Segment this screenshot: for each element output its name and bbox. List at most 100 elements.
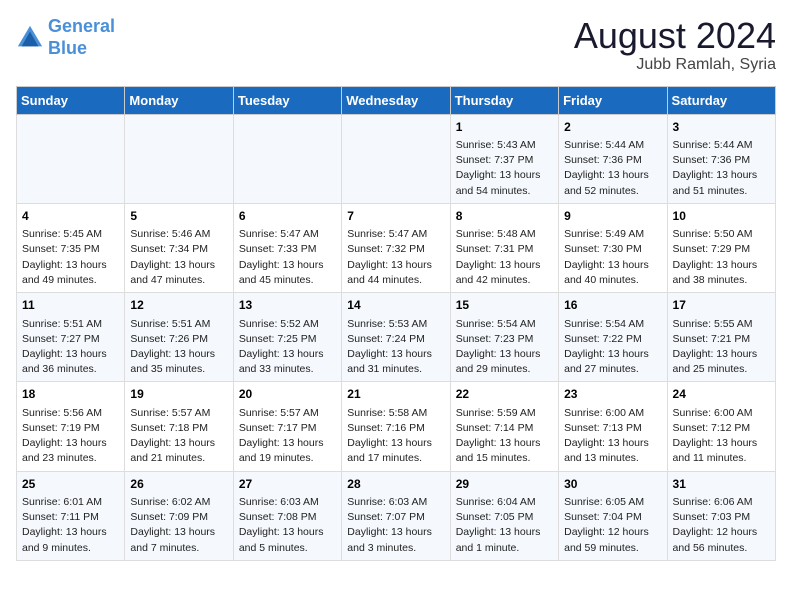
calendar-cell: 20 Sunrise: 5:57 AMSunset: 7:17 PMDayligh…	[233, 382, 341, 471]
calendar-cell: 7 Sunrise: 5:47 AMSunset: 7:32 PMDaylight…	[342, 203, 450, 292]
calendar-cell	[233, 114, 341, 203]
calendar-cell: 22Sunrise: 5:59 AMSunset: 7:14 PMDayligh…	[450, 382, 558, 471]
day-info: Sunrise: 5:47 AMSunset: 7:32 PMDaylight:…	[347, 227, 444, 288]
day-number: 5	[130, 208, 227, 225]
day-number: 25	[22, 476, 119, 493]
calendar-cell: 11 Sunrise: 5:51 AMSunset: 7:27 PMDayligh…	[17, 293, 125, 382]
day-number: 10	[673, 208, 770, 225]
day-info: Sunrise: 5:47 AMSunset: 7:33 PMDaylight:…	[239, 227, 336, 288]
calendar-cell: 18Sunrise: 5:56 AMSunset: 7:19 PMDayligh…	[17, 382, 125, 471]
calendar-week-row: 1Sunrise: 5:43 AMSunset: 7:37 PMDaylight…	[17, 114, 776, 203]
day-number: 13	[239, 297, 336, 314]
day-number: 29	[456, 476, 553, 493]
calendar-week-row: 25 Sunrise: 6:01 AMSunset: 7:11 PMDayligh…	[17, 471, 776, 560]
weekday-header-sunday: Sunday	[17, 86, 125, 114]
day-info: Sunrise: 5:45 AMSunset: 7:35 PMDaylight:…	[22, 227, 119, 288]
calendar-cell: 10 Sunrise: 5:50 AMSunset: 7:29 PMDayligh…	[667, 203, 775, 292]
day-number: 6	[239, 208, 336, 225]
weekday-header-row: SundayMondayTuesdayWednesdayThursdayFrid…	[17, 86, 776, 114]
calendar-cell: 5 Sunrise: 5:46 AMSunset: 7:34 PMDaylight…	[125, 203, 233, 292]
day-info: Sunrise: 5:44 AMSunset: 7:36 PMDaylight:…	[673, 138, 770, 199]
day-info: Sunrise: 5:51 AMSunset: 7:27 PMDaylight:…	[22, 317, 119, 378]
calendar-cell: 21Sunrise: 5:58 AMSunset: 7:16 PMDayligh…	[342, 382, 450, 471]
day-info: Sunrise: 6:02 AMSunset: 7:09 PMDaylight:…	[130, 495, 227, 556]
calendar-week-row: 11 Sunrise: 5:51 AMSunset: 7:27 PMDayligh…	[17, 293, 776, 382]
calendar-cell: 30Sunrise: 6:05 AMSunset: 7:04 PMDayligh…	[559, 471, 667, 560]
calendar-cell: 15Sunrise: 5:54 AMSunset: 7:23 PMDayligh…	[450, 293, 558, 382]
calendar-cell: 12 Sunrise: 5:51 AMSunset: 7:26 PMDayligh…	[125, 293, 233, 382]
calendar-cell	[125, 114, 233, 203]
day-info: Sunrise: 5:52 AMSunset: 7:25 PMDaylight:…	[239, 317, 336, 378]
day-number: 7	[347, 208, 444, 225]
day-info: Sunrise: 6:06 AMSunset: 7:03 PMDaylight:…	[673, 495, 770, 556]
calendar-cell: 3 Sunrise: 5:44 AMSunset: 7:36 PMDaylight…	[667, 114, 775, 203]
day-info: Sunrise: 5:58 AMSunset: 7:16 PMDaylight:…	[347, 406, 444, 467]
weekday-header-thursday: Thursday	[450, 86, 558, 114]
calendar-week-row: 18Sunrise: 5:56 AMSunset: 7:19 PMDayligh…	[17, 382, 776, 471]
weekday-header-tuesday: Tuesday	[233, 86, 341, 114]
day-info: Sunrise: 5:49 AMSunset: 7:30 PMDaylight:…	[564, 227, 661, 288]
calendar-cell: 28 Sunrise: 6:03 AMSunset: 7:07 PMDayligh…	[342, 471, 450, 560]
calendar-cell: 1Sunrise: 5:43 AMSunset: 7:37 PMDaylight…	[450, 114, 558, 203]
calendar-cell: 14 Sunrise: 5:53 AMSunset: 7:24 PMDayligh…	[342, 293, 450, 382]
page-header: General Blue August 2024 Jubb Ramlah, Sy…	[16, 16, 776, 74]
calendar-cell: 26 Sunrise: 6:02 AMSunset: 7:09 PMDayligh…	[125, 471, 233, 560]
day-number: 28	[347, 476, 444, 493]
calendar-cell: 8 Sunrise: 5:48 AMSunset: 7:31 PMDaylight…	[450, 203, 558, 292]
calendar-cell: 17 Sunrise: 5:55 AMSunset: 7:21 PMDayligh…	[667, 293, 775, 382]
calendar-table: SundayMondayTuesdayWednesdayThursdayFrid…	[16, 86, 776, 561]
calendar-cell: 23 Sunrise: 6:00 AMSunset: 7:13 PMDayligh…	[559, 382, 667, 471]
day-info: Sunrise: 5:59 AMSunset: 7:14 PMDaylight:…	[456, 406, 553, 467]
calendar-cell: 16Sunrise: 5:54 AMSunset: 7:22 PMDayligh…	[559, 293, 667, 382]
day-number: 26	[130, 476, 227, 493]
day-info: Sunrise: 5:51 AMSunset: 7:26 PMDaylight:…	[130, 317, 227, 378]
day-number: 14	[347, 297, 444, 314]
sub-title: Jubb Ramlah, Syria	[574, 56, 776, 74]
calendar-cell: 19 Sunrise: 5:57 AMSunset: 7:18 PMDayligh…	[125, 382, 233, 471]
calendar-week-row: 4 Sunrise: 5:45 AMSunset: 7:35 PMDaylight…	[17, 203, 776, 292]
day-info: Sunrise: 5:55 AMSunset: 7:21 PMDaylight:…	[673, 317, 770, 378]
day-info: Sunrise: 5:48 AMSunset: 7:31 PMDaylight:…	[456, 227, 553, 288]
title-block: August 2024 Jubb Ramlah, Syria	[574, 16, 776, 74]
logo: General Blue	[16, 16, 115, 59]
day-number: 4	[22, 208, 119, 225]
day-number: 23	[564, 386, 661, 403]
day-number: 9	[564, 208, 661, 225]
day-info: Sunrise: 5:50 AMSunset: 7:29 PMDaylight:…	[673, 227, 770, 288]
weekday-header-wednesday: Wednesday	[342, 86, 450, 114]
calendar-cell: 29Sunrise: 6:04 AMSunset: 7:05 PMDayligh…	[450, 471, 558, 560]
day-info: Sunrise: 5:57 AMSunset: 7:18 PMDaylight:…	[130, 406, 227, 467]
day-number: 3	[673, 119, 770, 136]
day-number: 12	[130, 297, 227, 314]
day-info: Sunrise: 5:57 AMSunset: 7:17 PMDaylight:…	[239, 406, 336, 467]
calendar-cell: 13 Sunrise: 5:52 AMSunset: 7:25 PMDayligh…	[233, 293, 341, 382]
day-info: Sunrise: 5:54 AMSunset: 7:23 PMDaylight:…	[456, 317, 553, 378]
day-number: 11	[22, 297, 119, 314]
logo-icon	[16, 24, 44, 52]
calendar-cell: 31 Sunrise: 6:06 AMSunset: 7:03 PMDayligh…	[667, 471, 775, 560]
day-info: Sunrise: 6:03 AMSunset: 7:08 PMDaylight:…	[239, 495, 336, 556]
day-number: 18	[22, 386, 119, 403]
calendar-cell: 6 Sunrise: 5:47 AMSunset: 7:33 PMDaylight…	[233, 203, 341, 292]
day-number: 8	[456, 208, 553, 225]
day-number: 17	[673, 297, 770, 314]
day-number: 20	[239, 386, 336, 403]
calendar-cell: 27 Sunrise: 6:03 AMSunset: 7:08 PMDayligh…	[233, 471, 341, 560]
day-info: Sunrise: 6:00 AMSunset: 7:13 PMDaylight:…	[564, 406, 661, 467]
day-number: 1	[456, 119, 553, 136]
day-info: Sunrise: 6:01 AMSunset: 7:11 PMDaylight:…	[22, 495, 119, 556]
calendar-cell: 4 Sunrise: 5:45 AMSunset: 7:35 PMDaylight…	[17, 203, 125, 292]
day-number: 19	[130, 386, 227, 403]
day-info: Sunrise: 6:03 AMSunset: 7:07 PMDaylight:…	[347, 495, 444, 556]
calendar-cell: 2Sunrise: 5:44 AMSunset: 7:36 PMDaylight…	[559, 114, 667, 203]
day-info: Sunrise: 5:53 AMSunset: 7:24 PMDaylight:…	[347, 317, 444, 378]
day-info: Sunrise: 5:46 AMSunset: 7:34 PMDaylight:…	[130, 227, 227, 288]
day-info: Sunrise: 5:44 AMSunset: 7:36 PMDaylight:…	[564, 138, 661, 199]
weekday-header-saturday: Saturday	[667, 86, 775, 114]
day-number: 27	[239, 476, 336, 493]
calendar-cell: 24Sunrise: 6:00 AMSunset: 7:12 PMDayligh…	[667, 382, 775, 471]
day-info: Sunrise: 6:00 AMSunset: 7:12 PMDaylight:…	[673, 406, 770, 467]
logo-text: General Blue	[48, 16, 115, 59]
day-number: 31	[673, 476, 770, 493]
calendar-cell: 9 Sunrise: 5:49 AMSunset: 7:30 PMDaylight…	[559, 203, 667, 292]
